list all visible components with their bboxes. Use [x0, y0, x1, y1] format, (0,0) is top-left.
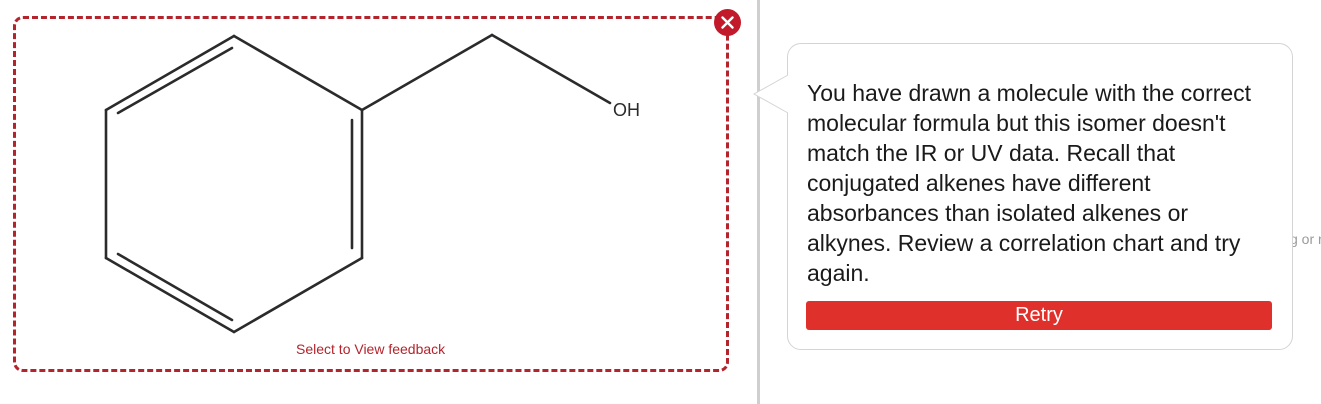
popover-arrow: [753, 74, 789, 114]
double-bond-inner: [116, 46, 234, 115]
ring-bond: [104, 256, 236, 334]
retry-button[interactable]: Retry: [806, 301, 1272, 330]
close-icon: [721, 16, 734, 29]
remove-answer-button[interactable]: [714, 9, 741, 36]
chain-bond: [360, 33, 494, 112]
background-partial-text: g or r: [1290, 231, 1321, 247]
double-bond-inner: [116, 252, 234, 322]
hydroxyl-label: OH: [613, 100, 640, 120]
ring-bond: [104, 34, 236, 112]
feedback-message: You have drawn a molecule with the corre…: [807, 80, 1252, 286]
chain-bond: [490, 33, 612, 105]
panel-divider: [757, 0, 760, 404]
select-to-view-feedback-link[interactable]: Select to View feedback: [296, 341, 445, 357]
molecule-structure[interactable]: OH: [0, 0, 740, 380]
ring-bond: [232, 34, 364, 112]
ring-bond: [232, 256, 364, 334]
